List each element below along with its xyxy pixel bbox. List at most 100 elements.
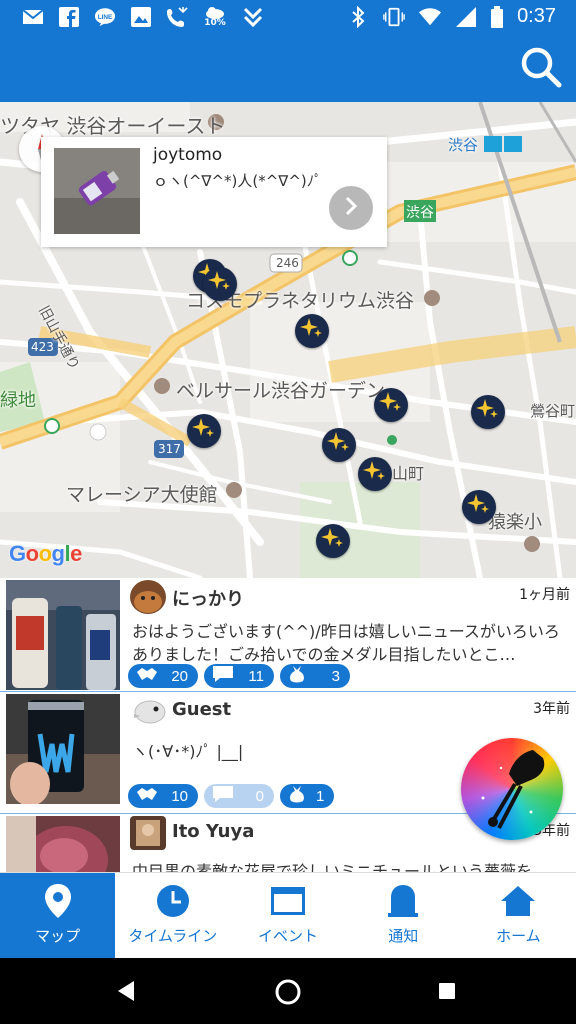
trash-bag-icon (288, 665, 306, 687)
back-triangle-icon (116, 981, 136, 1006)
popup-photo[interactable] (54, 148, 140, 234)
map-pin[interactable] (187, 414, 221, 448)
sparkle-pin-icon (378, 390, 404, 420)
popup-message: ｏヽ(^∇^*)人(*^∇^)ﾉﾟ (153, 172, 322, 190)
map-label-shibuya-station: 渋谷 (448, 136, 479, 154)
nav-tab-notifications[interactable]: 通知 (346, 873, 461, 958)
map-label-ryokuchi: 緑地 (0, 390, 36, 411)
search-icon (520, 46, 562, 92)
map-pin[interactable] (358, 457, 392, 491)
nav-tab-timeline[interactable]: タイムライン (115, 873, 230, 958)
recents-button[interactable] (438, 982, 456, 1004)
clock: 0:37 (517, 5, 556, 27)
back-button[interactable] (116, 980, 136, 1006)
post-text: 中目黒の素敵な花屋で珍しいミニチュールという薔薇を… (132, 862, 549, 872)
like-count: 10 (171, 787, 188, 805)
notification-icons: LINE 10% (22, 6, 264, 28)
post-text: おはようございます(^^)/昨日は嬉しいニュースがいろいろありました！ごみ拾いで… (132, 622, 560, 664)
map-pin[interactable] (203, 267, 237, 301)
google-logo: Google (9, 541, 82, 566)
trash-bag-button[interactable]: 3 (280, 664, 350, 688)
comment-count: 11 (248, 667, 264, 685)
status-bar: LINE 10% 0:37 (0, 0, 576, 36)
feed-post[interactable]: にっかり 1ヶ月前 おはようございます(^^)/昨日は嬉しいニュースがいろいろあ… (0, 578, 576, 692)
home-system-button[interactable] (274, 978, 302, 1010)
sparkle-pin-icon (326, 430, 352, 460)
sparkle-pin-icon (207, 269, 233, 299)
post-username[interactable]: にっかり (172, 585, 244, 611)
comment-count: 0 (255, 787, 264, 805)
sparkle-pin-icon (191, 416, 217, 446)
event-card-icon (270, 883, 306, 919)
clock-icon (155, 883, 191, 919)
svg-text:LINE: LINE (98, 14, 113, 21)
map-pin[interactable] (295, 314, 329, 348)
nav-label: マップ (35, 927, 81, 945)
map-pin[interactable] (322, 428, 356, 462)
nav-label: 通知 (388, 927, 419, 945)
handshake-icon (136, 786, 158, 806)
battery-icon (491, 5, 504, 28)
like-button[interactable]: 20 (128, 664, 198, 688)
comment-icon (212, 785, 234, 807)
nav-tab-event[interactable]: イベント (230, 873, 345, 958)
bell-icon (385, 883, 421, 919)
post-username[interactable]: Ito Yuya (172, 821, 254, 842)
facebook-icon (58, 6, 80, 28)
popup-username: joytomo (153, 145, 223, 165)
post-username[interactable]: Guest (172, 699, 231, 720)
avatar[interactable] (130, 580, 166, 614)
system-icons: 0:37 (347, 5, 556, 28)
chevron-right-icon (341, 195, 361, 221)
trash-bag-count: 3 (331, 667, 340, 685)
post-create-button[interactable] (461, 738, 563, 840)
map-pin[interactable] (316, 524, 350, 558)
wifi-icon (419, 6, 442, 28)
map-label-bellesalle: ベルサール渋谷ガーデン (176, 380, 386, 402)
app-icon (242, 6, 264, 28)
like-count: 20 (171, 667, 188, 685)
bottom-navigation: マップ タイムライン イベント 通知 ホーム (0, 872, 576, 958)
post-photo[interactable] (6, 694, 120, 804)
map-info-popup[interactable]: joytomo ｏヽ(^∇^*)人(*^∇^)ﾉﾟ (41, 137, 387, 247)
mail-icon (22, 6, 44, 28)
route-246: 246 (276, 256, 299, 270)
nav-tab-map[interactable]: マップ (0, 873, 116, 958)
search-button[interactable] (518, 46, 564, 92)
missed-call-icon (166, 6, 188, 28)
nav-tab-home[interactable]: ホーム (461, 873, 576, 958)
popup-open-button[interactable] (329, 186, 373, 230)
trash-bag-icon (288, 785, 306, 807)
comment-button[interactable]: 0 (204, 784, 274, 808)
sparkle-pin-icon (362, 459, 388, 489)
map-pin[interactable] (462, 490, 496, 524)
route-423: 423 (31, 340, 54, 354)
nav-label: タイムライン (128, 927, 218, 945)
post-reactions: 10 0 1 (128, 784, 335, 808)
map-pin-icon (40, 883, 76, 919)
like-button[interactable]: 10 (128, 784, 198, 808)
route-317: 317 (158, 442, 181, 456)
avatar[interactable] (130, 816, 166, 850)
post-photo[interactable] (6, 816, 120, 872)
nav-label: イベント (258, 927, 319, 945)
weather-icon: 10% (202, 6, 228, 28)
weather-percent: 10% (204, 18, 226, 28)
map-pin[interactable] (471, 395, 505, 429)
home-circle-icon (274, 979, 302, 1010)
trash-bag-count: 1 (316, 787, 325, 805)
sparkle-pin-icon (320, 526, 346, 556)
avatar[interactable] (130, 694, 166, 728)
vibrate-icon (383, 6, 405, 28)
home-icon (500, 883, 536, 919)
trash-bag-button[interactable]: 1 (280, 784, 335, 808)
post-photo[interactable] (6, 580, 120, 690)
image-icon (130, 6, 152, 28)
post-time: 1ヶ月前 (519, 587, 570, 603)
nav-label: ホーム (496, 927, 541, 945)
comment-icon (212, 665, 234, 687)
comment-button[interactable]: 11 (204, 664, 274, 688)
map-pin[interactable] (374, 388, 408, 422)
post-time: 3年前 (533, 701, 570, 717)
map-label-shibuya-green: 渋谷 (406, 205, 434, 221)
